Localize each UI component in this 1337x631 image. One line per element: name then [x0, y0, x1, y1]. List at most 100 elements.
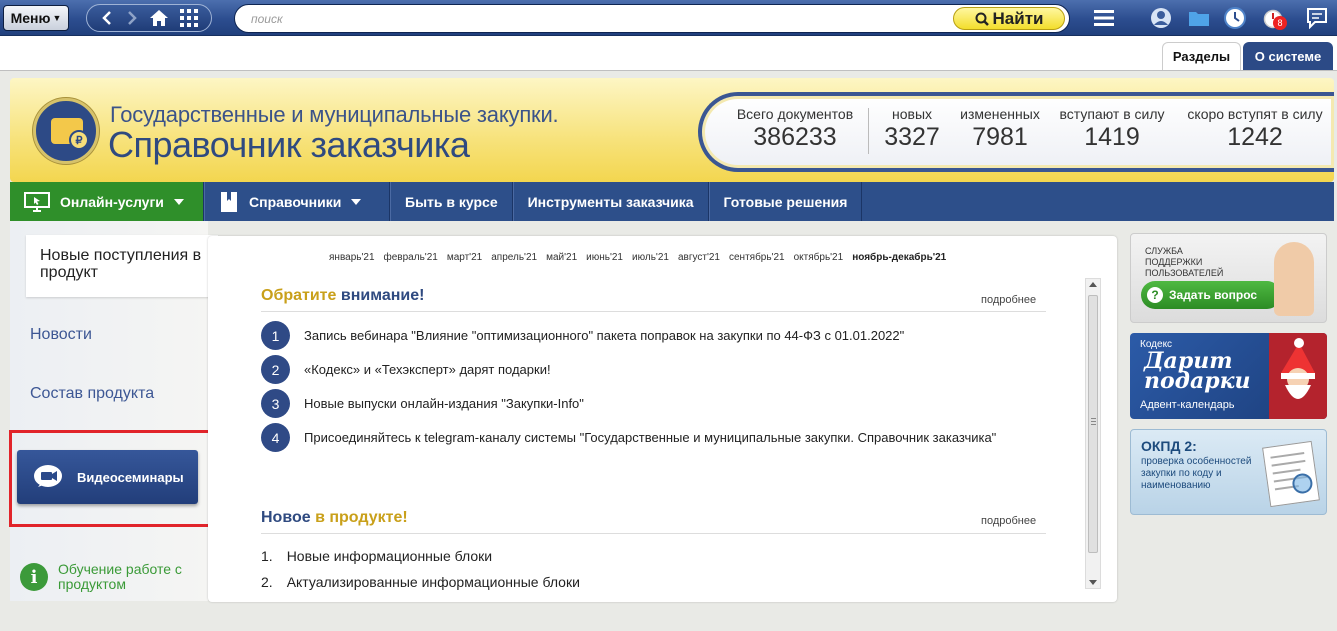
hamburger-icon[interactable] — [1092, 6, 1116, 30]
tab-o-sisteme[interactable]: О системе — [1243, 42, 1333, 70]
okpd-promo[interactable]: ОКПД 2: проверка особенностей закупки по… — [1130, 429, 1327, 515]
new-item[interactable]: 2. Актуализированные информационные блок… — [261, 574, 580, 590]
month-link[interactable]: сентябрь'21 — [729, 252, 785, 263]
month-selector: январь'21 февраль'21 март'21 апрель'21 м… — [329, 252, 946, 263]
month-link[interactable]: февраль'21 — [384, 252, 438, 263]
sidebar-item-news[interactable]: Новости — [30, 326, 92, 344]
folder-icon[interactable] — [1187, 6, 1211, 30]
clock-icon[interactable] — [1223, 6, 1247, 30]
book-icon — [221, 191, 237, 212]
home-icon[interactable] — [149, 9, 169, 27]
header-banner: ₽ Государственные и муниципальные закупк… — [10, 78, 1334, 182]
video-seminars-label: Видеосеминары — [77, 469, 184, 485]
tab-razdely[interactable]: Разделы — [1162, 42, 1241, 70]
support-text: Служба поддержки пользователей — [1145, 246, 1224, 278]
menu-dropdown-icon: ▼ — [52, 13, 62, 23]
document-icon — [1262, 440, 1320, 508]
stat-label: измененных — [960, 106, 1040, 122]
video-seminars-button[interactable]: Видеосеминары — [17, 450, 198, 504]
search-icon — [975, 12, 989, 26]
menu-label: Меню — [10, 10, 51, 26]
month-link[interactable]: октябрь'21 — [794, 252, 844, 263]
month-link-active[interactable]: ноябрь-декабрь'21 — [852, 252, 946, 263]
stat-total[interactable]: Всего документов 386233 — [730, 106, 860, 152]
attention-item[interactable]: 4 Присоединяйтесь к telegram-каналу сист… — [261, 423, 1024, 452]
timer-icon[interactable]: 8 — [1259, 6, 1289, 30]
scroll-up-icon[interactable] — [1089, 282, 1097, 287]
new-in-product-title: Новое в продукте! — [261, 509, 408, 527]
back-icon[interactable] — [100, 10, 114, 26]
find-label: Найти — [992, 8, 1044, 28]
top-toolbar: Меню ▼ Найти 8 — [0, 0, 1337, 36]
new-item[interactable]: 1. Новые информационные блоки — [261, 548, 492, 564]
training-link[interactable]: i Обучение работе с продуктом — [20, 562, 188, 592]
gifts-promo[interactable]: Кодекс Дарит подарки Адвент-календарь — [1130, 333, 1327, 419]
search-input[interactable] — [251, 9, 941, 29]
stat-value: 7981 — [972, 123, 1028, 151]
stat-in-force[interactable]: вступают в силу 1419 — [1056, 106, 1168, 152]
attention-item[interactable]: 2 «Кодекс» и «Техэксперт» дарят подарки! — [261, 355, 1024, 384]
forward-icon[interactable] — [125, 10, 139, 26]
nav-customer-tools[interactable]: Инструменты заказчика — [512, 182, 709, 221]
month-link[interactable]: август'21 — [678, 252, 720, 263]
new-item-text: Актуализированные информационные блоки — [286, 574, 580, 590]
stat-new[interactable]: новых 3327 — [874, 106, 950, 152]
stat-changed[interactable]: измененных 7981 — [956, 106, 1044, 152]
video-camera-icon — [34, 465, 62, 487]
santa-image — [1269, 333, 1327, 419]
ask-question-label: Задать вопрос — [1169, 288, 1258, 302]
stat-soon[interactable]: скоро вступят в силу 1242 — [1182, 106, 1328, 152]
month-link[interactable]: июль'21 — [632, 252, 669, 263]
wallet-logo-icon: ₽ — [33, 98, 99, 164]
sidebar-item-new-arrivals[interactable]: Новые поступления в продукт — [26, 235, 218, 297]
nav-online-services[interactable]: Онлайн-услуги — [10, 182, 204, 221]
month-link[interactable]: апрель'21 — [491, 252, 537, 263]
stat-divider — [868, 108, 869, 154]
month-link[interactable]: март'21 — [447, 252, 482, 263]
sidebar-item-composition[interactable]: Состав продукта — [30, 385, 154, 403]
gifts-subtitle: Адвент-календарь — [1140, 399, 1235, 411]
new-more-link[interactable]: подробнее — [981, 515, 1036, 527]
message-icon[interactable] — [1305, 6, 1329, 30]
banner-title-line2: Справочник заказчика — [108, 124, 470, 165]
item-number-badge: 2 — [261, 355, 290, 384]
user-icon[interactable] — [1149, 6, 1173, 30]
document-stats: Всего документов 386233 новых 3327 измен… — [698, 92, 1334, 172]
month-link[interactable]: январь'21 — [329, 252, 375, 263]
main-nav: Онлайн-услуги Справочники Быть в курсе И… — [10, 182, 1334, 221]
attention-item[interactable]: 1 Запись вебинара "Влияние "оптимизацион… — [261, 321, 1024, 350]
nav-label: Справочники — [249, 193, 342, 210]
find-button[interactable]: Найти — [953, 7, 1065, 30]
navigation-group — [86, 4, 212, 32]
attention-title: Обратите внимание! — [261, 287, 424, 305]
divider — [261, 533, 1046, 534]
nav-stay-informed[interactable]: Быть в курсе — [390, 182, 513, 221]
nav-ready-solutions[interactable]: Готовые решения — [708, 182, 863, 221]
stat-value: 1419 — [1084, 123, 1140, 151]
attention-item-text: Присоединяйтесь к telegram-каналу систем… — [304, 430, 997, 445]
okpd-title: ОКПД 2: — [1141, 438, 1197, 454]
search-box: Найти — [234, 4, 1070, 33]
attention-title-part1: Обратите — [261, 287, 337, 304]
new-title-part2: в продукте! — [310, 509, 408, 526]
scrollbar-thumb[interactable] — [1088, 295, 1098, 553]
scrollbar[interactable] — [1085, 278, 1101, 589]
divider — [261, 311, 1046, 312]
stat-value: 386233 — [753, 123, 837, 151]
month-link[interactable]: июнь'21 — [586, 252, 623, 263]
month-link[interactable]: май'21 — [546, 252, 577, 263]
attention-more-link[interactable]: подробнее — [981, 294, 1036, 306]
new-item-text: Новые информационные блоки — [286, 548, 493, 564]
support-promo[interactable]: Служба поддержки пользователей ? Задать … — [1130, 233, 1327, 323]
training-label: Обучение работе с продуктом — [58, 561, 182, 592]
menu-button[interactable]: Меню ▼ — [3, 5, 69, 31]
new-title-part1: Новое — [261, 509, 311, 526]
content-panel: январь'21 февраль'21 март'21 апрель'21 м… — [208, 236, 1117, 602]
ask-question-button[interactable]: ? Задать вопрос — [1141, 281, 1281, 309]
nav-reference-books[interactable]: Справочники — [204, 182, 390, 221]
info-icon: i — [20, 563, 48, 591]
grid-icon[interactable] — [179, 9, 198, 27]
monitor-icon — [24, 191, 50, 212]
attention-item[interactable]: 3 Новые выпуски онлайн-издания "Закупки-… — [261, 389, 1024, 418]
scroll-down-icon[interactable] — [1089, 580, 1097, 585]
